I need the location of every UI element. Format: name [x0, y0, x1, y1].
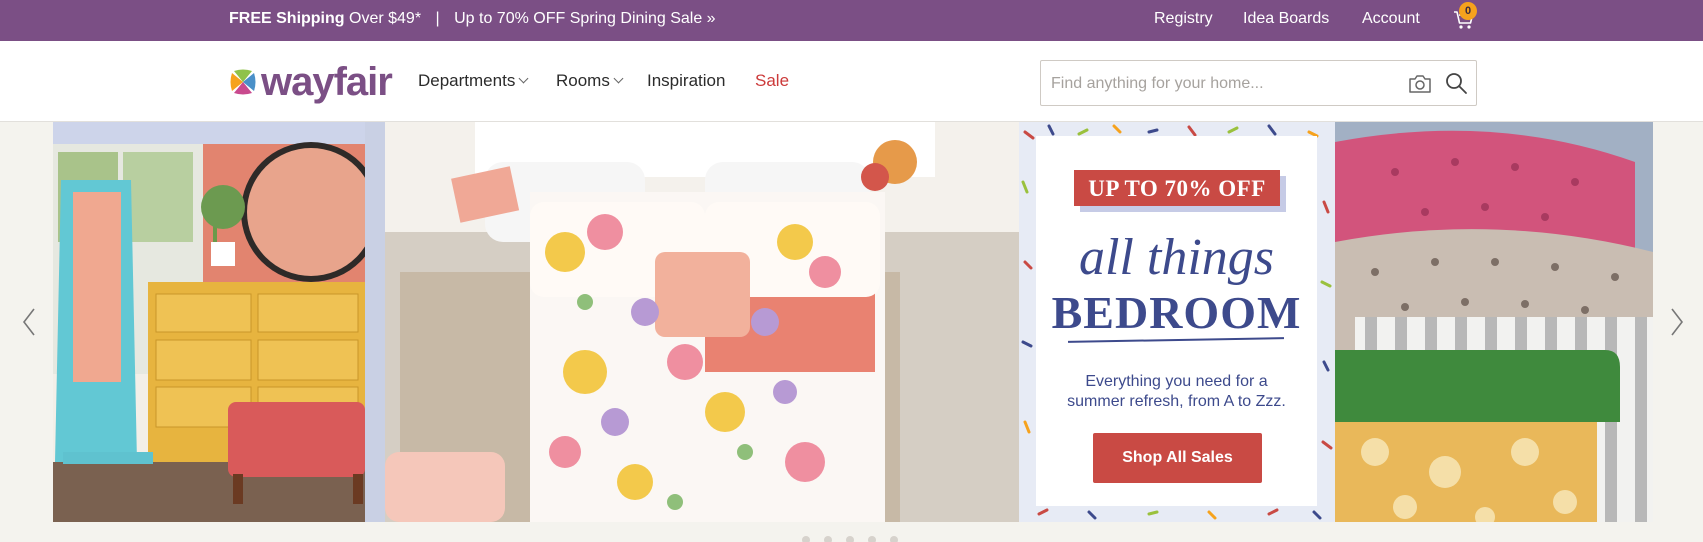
nav-rooms-label: Rooms [556, 71, 610, 90]
promo-bar: FREE Shipping Over $49* | Up to 70% OFF … [0, 0, 1703, 41]
promo-headline: BEDROOM [1051, 287, 1302, 338]
hero-promo-panel: UP TO 70% OFF all things BEDROOM Everyth… [1019, 122, 1335, 522]
chevron-down-icon [518, 73, 529, 84]
nav-inspiration[interactable]: Inspiration [647, 71, 725, 91]
registry-link[interactable]: Registry [1154, 10, 1213, 28]
account-link[interactable]: Account [1362, 10, 1420, 28]
search-box [1040, 60, 1477, 106]
idea-boards-link[interactable]: Idea Boards [1243, 10, 1329, 28]
chevron-right-icon[interactable] [1666, 305, 1688, 339]
site-header: wayfair Departments Rooms Inspiration Sa… [0, 41, 1703, 122]
free-shipping-label: FREE Shipping [229, 10, 345, 27]
promo-card: UP TO 70% OFF all things BEDROOM Everyth… [1036, 136, 1317, 506]
chevron-left-icon[interactable] [18, 305, 40, 339]
nav-departments-label: Departments [418, 71, 516, 90]
chevron-down-icon [613, 73, 624, 84]
nav-rooms[interactable]: Rooms [556, 71, 624, 91]
shipping-threshold: Over $49* [349, 10, 422, 27]
nav-sale[interactable]: Sale [755, 71, 789, 91]
shop-all-sales-button[interactable]: Shop All Sales [1093, 433, 1262, 483]
wayfair-logo[interactable]: wayfair [229, 59, 393, 105]
headboards-image [1335, 122, 1653, 522]
search-icon[interactable] [1444, 71, 1468, 95]
floral-bed-image [385, 122, 1019, 522]
search-input[interactable] [1051, 72, 1391, 96]
dresser-scene-image [53, 122, 365, 522]
cart-count-badge: 0 [1459, 2, 1477, 20]
hero-image-dresser[interactable] [53, 122, 365, 522]
hero-image-headboards[interactable] [1335, 122, 1653, 522]
promo-separator: | [435, 10, 440, 27]
dining-sale-link[interactable]: Up to 70% OFF Spring Dining Sale » [454, 10, 715, 27]
hero-image-bed[interactable] [385, 122, 1019, 522]
promo-description: Everything you need for a summer refresh… [1067, 373, 1286, 410]
camera-icon[interactable] [1408, 73, 1432, 95]
promo-script-text: all things [1078, 229, 1275, 286]
promo-text[interactable]: FREE Shipping Over $49* | Up to 70% OFF … [229, 10, 716, 28]
logo-pinwheel-icon [230, 69, 256, 95]
nav-departments[interactable]: Departments [418, 71, 529, 91]
sale-tag: UP TO 70% OFF [1074, 170, 1280, 206]
logo-wordmark: wayfair [261, 59, 393, 104]
hero-banner[interactable]: UP TO 70% OFF all things BEDROOM Everyth… [53, 122, 1653, 522]
